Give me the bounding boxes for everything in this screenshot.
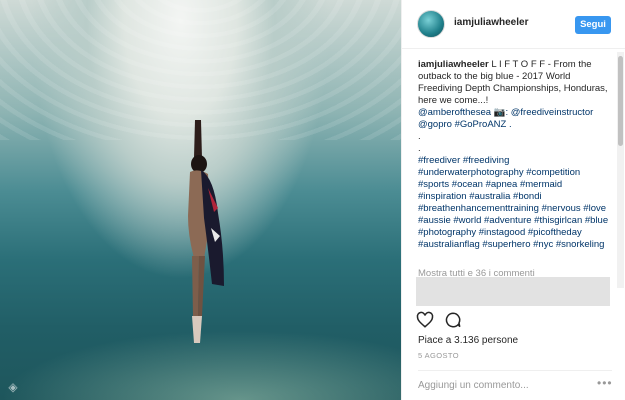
glyph-icon: ◈	[8, 380, 18, 394]
username-link[interactable]: iamjuliawheeler	[454, 17, 528, 28]
comment-bubble-icon[interactable]	[444, 311, 462, 334]
post-date[interactable]: 5 AGOSTO	[418, 351, 459, 360]
caption-scrollbar[interactable]	[617, 52, 624, 288]
likes-count[interactable]: Piace a 3.136 persone	[418, 335, 518, 346]
divider	[418, 370, 612, 371]
more-options-icon[interactable]: •••	[597, 376, 613, 390]
post-photo[interactable]: ◈	[0, 0, 401, 400]
comment-input[interactable]	[416, 377, 596, 393]
diver-figure	[188, 120, 224, 343]
caption-mentions[interactable]: @amberofthesea 📷: @freediveinstructor @g…	[418, 107, 593, 130]
avatar[interactable]	[417, 10, 445, 38]
caption-scroll-area[interactable]: iamjuliawheeler L I F T O F F - From the…	[402, 49, 616, 277]
caption-hashtags[interactable]: #freediver #freediving #underwaterphotog…	[418, 155, 608, 250]
follow-button[interactable]: Segui	[575, 16, 611, 34]
scrollbar-thumb[interactable]	[618, 56, 623, 146]
post-header: iamjuliawheeler Segui	[402, 0, 625, 49]
post-side-panel: iamjuliawheeler Segui iamjuliawheeler L …	[401, 0, 625, 400]
heart-outline-icon[interactable]	[416, 311, 434, 334]
comments-placeholder-block	[416, 277, 610, 306]
caption-dot-1: .	[418, 131, 421, 142]
caption-username[interactable]: iamjuliawheeler	[418, 59, 489, 70]
caption: iamjuliawheeler L I F T O F F - From the…	[418, 59, 612, 251]
caption-dot-2: .	[418, 143, 421, 154]
